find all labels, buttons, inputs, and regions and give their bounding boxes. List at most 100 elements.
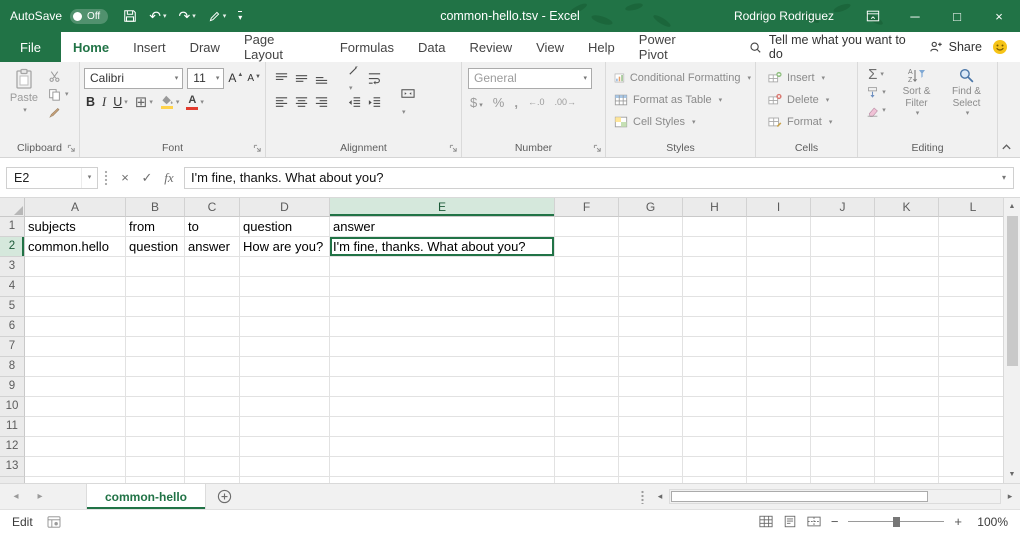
cell-J9[interactable] [811,377,875,397]
cell-C-filler[interactable] [185,477,240,483]
cell-I7[interactable] [747,337,811,357]
cell-C2[interactable]: answer [185,237,240,257]
cell-B-filler[interactable] [126,477,185,483]
cell-L1[interactable] [939,217,1008,237]
cell-I12[interactable] [747,437,811,457]
cell-J4[interactable] [811,277,875,297]
cell-L10[interactable] [939,397,1008,417]
vertical-scroll-thumb[interactable] [1007,216,1018,366]
cell-B11[interactable] [126,417,185,437]
cell-A11[interactable] [25,417,126,437]
cell-A7[interactable] [25,337,126,357]
cell-A4[interactable] [25,277,126,297]
cell-L13[interactable] [939,457,1008,477]
cell-H11[interactable] [683,417,747,437]
cell-F11[interactable] [555,417,619,437]
cell-F5[interactable] [555,297,619,317]
zoom-level[interactable]: 100% [972,515,1008,529]
italic-button[interactable]: I [102,95,106,110]
cell-E7[interactable] [330,337,555,357]
cell-D1[interactable]: question [240,217,330,237]
cell-F10[interactable] [555,397,619,417]
cell-A9[interactable] [25,377,126,397]
cell-I4[interactable] [747,277,811,297]
cell-F4[interactable] [555,277,619,297]
select-all-corner[interactable] [0,198,25,217]
row-header-13[interactable]: 13 [0,457,25,477]
ribbon-display-options-button[interactable] [852,0,894,32]
cell-D9[interactable] [240,377,330,397]
cell-L2[interactable] [939,237,1008,257]
sheet-tab-common-hello[interactable]: common-hello [86,484,206,509]
row-header-9[interactable]: 9 [0,377,25,397]
cell-B1[interactable]: from [126,217,185,237]
cell-H-filler[interactable] [683,477,747,483]
cell-K10[interactable] [875,397,939,417]
share-button[interactable]: Share [921,32,990,62]
column-header-J[interactable]: J [811,198,875,217]
cell-C10[interactable] [185,397,240,417]
cell-C7[interactable] [185,337,240,357]
orientation-button[interactable]: ▾ [347,62,362,95]
tab-home[interactable]: Home [61,32,121,62]
font-size-combobox[interactable]: 11▾ [187,68,224,89]
cell-D6[interactable] [240,317,330,337]
column-header-K[interactable]: K [875,198,939,217]
page-layout-view-button[interactable] [783,515,797,528]
insert-cells-button[interactable]: Insert▾ [766,68,853,87]
account-name[interactable]: Rodrigo Rodriguez [734,9,834,23]
cell-J11[interactable] [811,417,875,437]
column-header-I[interactable]: I [747,198,811,217]
decrease-indent-button[interactable] [347,95,362,110]
cell-K3[interactable] [875,257,939,277]
cell-B12[interactable] [126,437,185,457]
customize-qat-button[interactable]: ▾ [233,3,247,29]
cell-A6[interactable] [25,317,126,337]
tab-file[interactable]: File [0,32,61,62]
tab-power-pivot[interactable]: Power Pivot [627,32,719,62]
cell-E6[interactable] [330,317,555,337]
collapse-ribbon-button[interactable] [1001,142,1012,153]
cell-H5[interactable] [683,297,747,317]
tell-me-box[interactable]: Tell me what you want to do [749,32,921,62]
column-header-L[interactable]: L [939,198,1008,217]
vertical-scrollbar[interactable]: ▲ ▼ [1003,198,1020,483]
cell-D4[interactable] [240,277,330,297]
tab-review[interactable]: Review [457,32,524,62]
cell-J1[interactable] [811,217,875,237]
cell-D3[interactable] [240,257,330,277]
cell-L8[interactable] [939,357,1008,377]
cell-G4[interactable] [619,277,683,297]
cell-D5[interactable] [240,297,330,317]
zoom-slider[interactable] [848,515,944,529]
cell-G10[interactable] [619,397,683,417]
cell-K12[interactable] [875,437,939,457]
accounting-format-button[interactable]: $▾ [470,95,483,110]
cell-L12[interactable] [939,437,1008,457]
scroll-left-button[interactable]: ◂ [652,491,668,502]
cell-B5[interactable] [126,297,185,317]
cell-I5[interactable] [747,297,811,317]
cell-B13[interactable] [126,457,185,477]
cell-J8[interactable] [811,357,875,377]
cell-K11[interactable] [875,417,939,437]
find-select-button[interactable]: Find & Select ▾ [943,65,990,140]
cell-D13[interactable] [240,457,330,477]
cell-K-filler[interactable] [875,477,939,483]
format-as-table-button[interactable]: Format as Table▾ [612,90,751,109]
align-center-button[interactable] [294,95,309,110]
cell-J6[interactable] [811,317,875,337]
cell-C3[interactable] [185,257,240,277]
row-header-11[interactable]: 11 [0,417,25,437]
cell-C11[interactable] [185,417,240,437]
cell-L7[interactable] [939,337,1008,357]
sheet-nav-left-icon[interactable]: ◂ [4,484,28,509]
cell-F13[interactable] [555,457,619,477]
cell-G7[interactable] [619,337,683,357]
cell-H4[interactable] [683,277,747,297]
column-header-A[interactable]: A [25,198,126,217]
cell-K1[interactable] [875,217,939,237]
confirm-entry-button[interactable]: ✓ [136,167,158,189]
scroll-down-button[interactable]: ▼ [1004,466,1020,483]
alignment-dialog-launcher[interactable] [449,144,458,153]
